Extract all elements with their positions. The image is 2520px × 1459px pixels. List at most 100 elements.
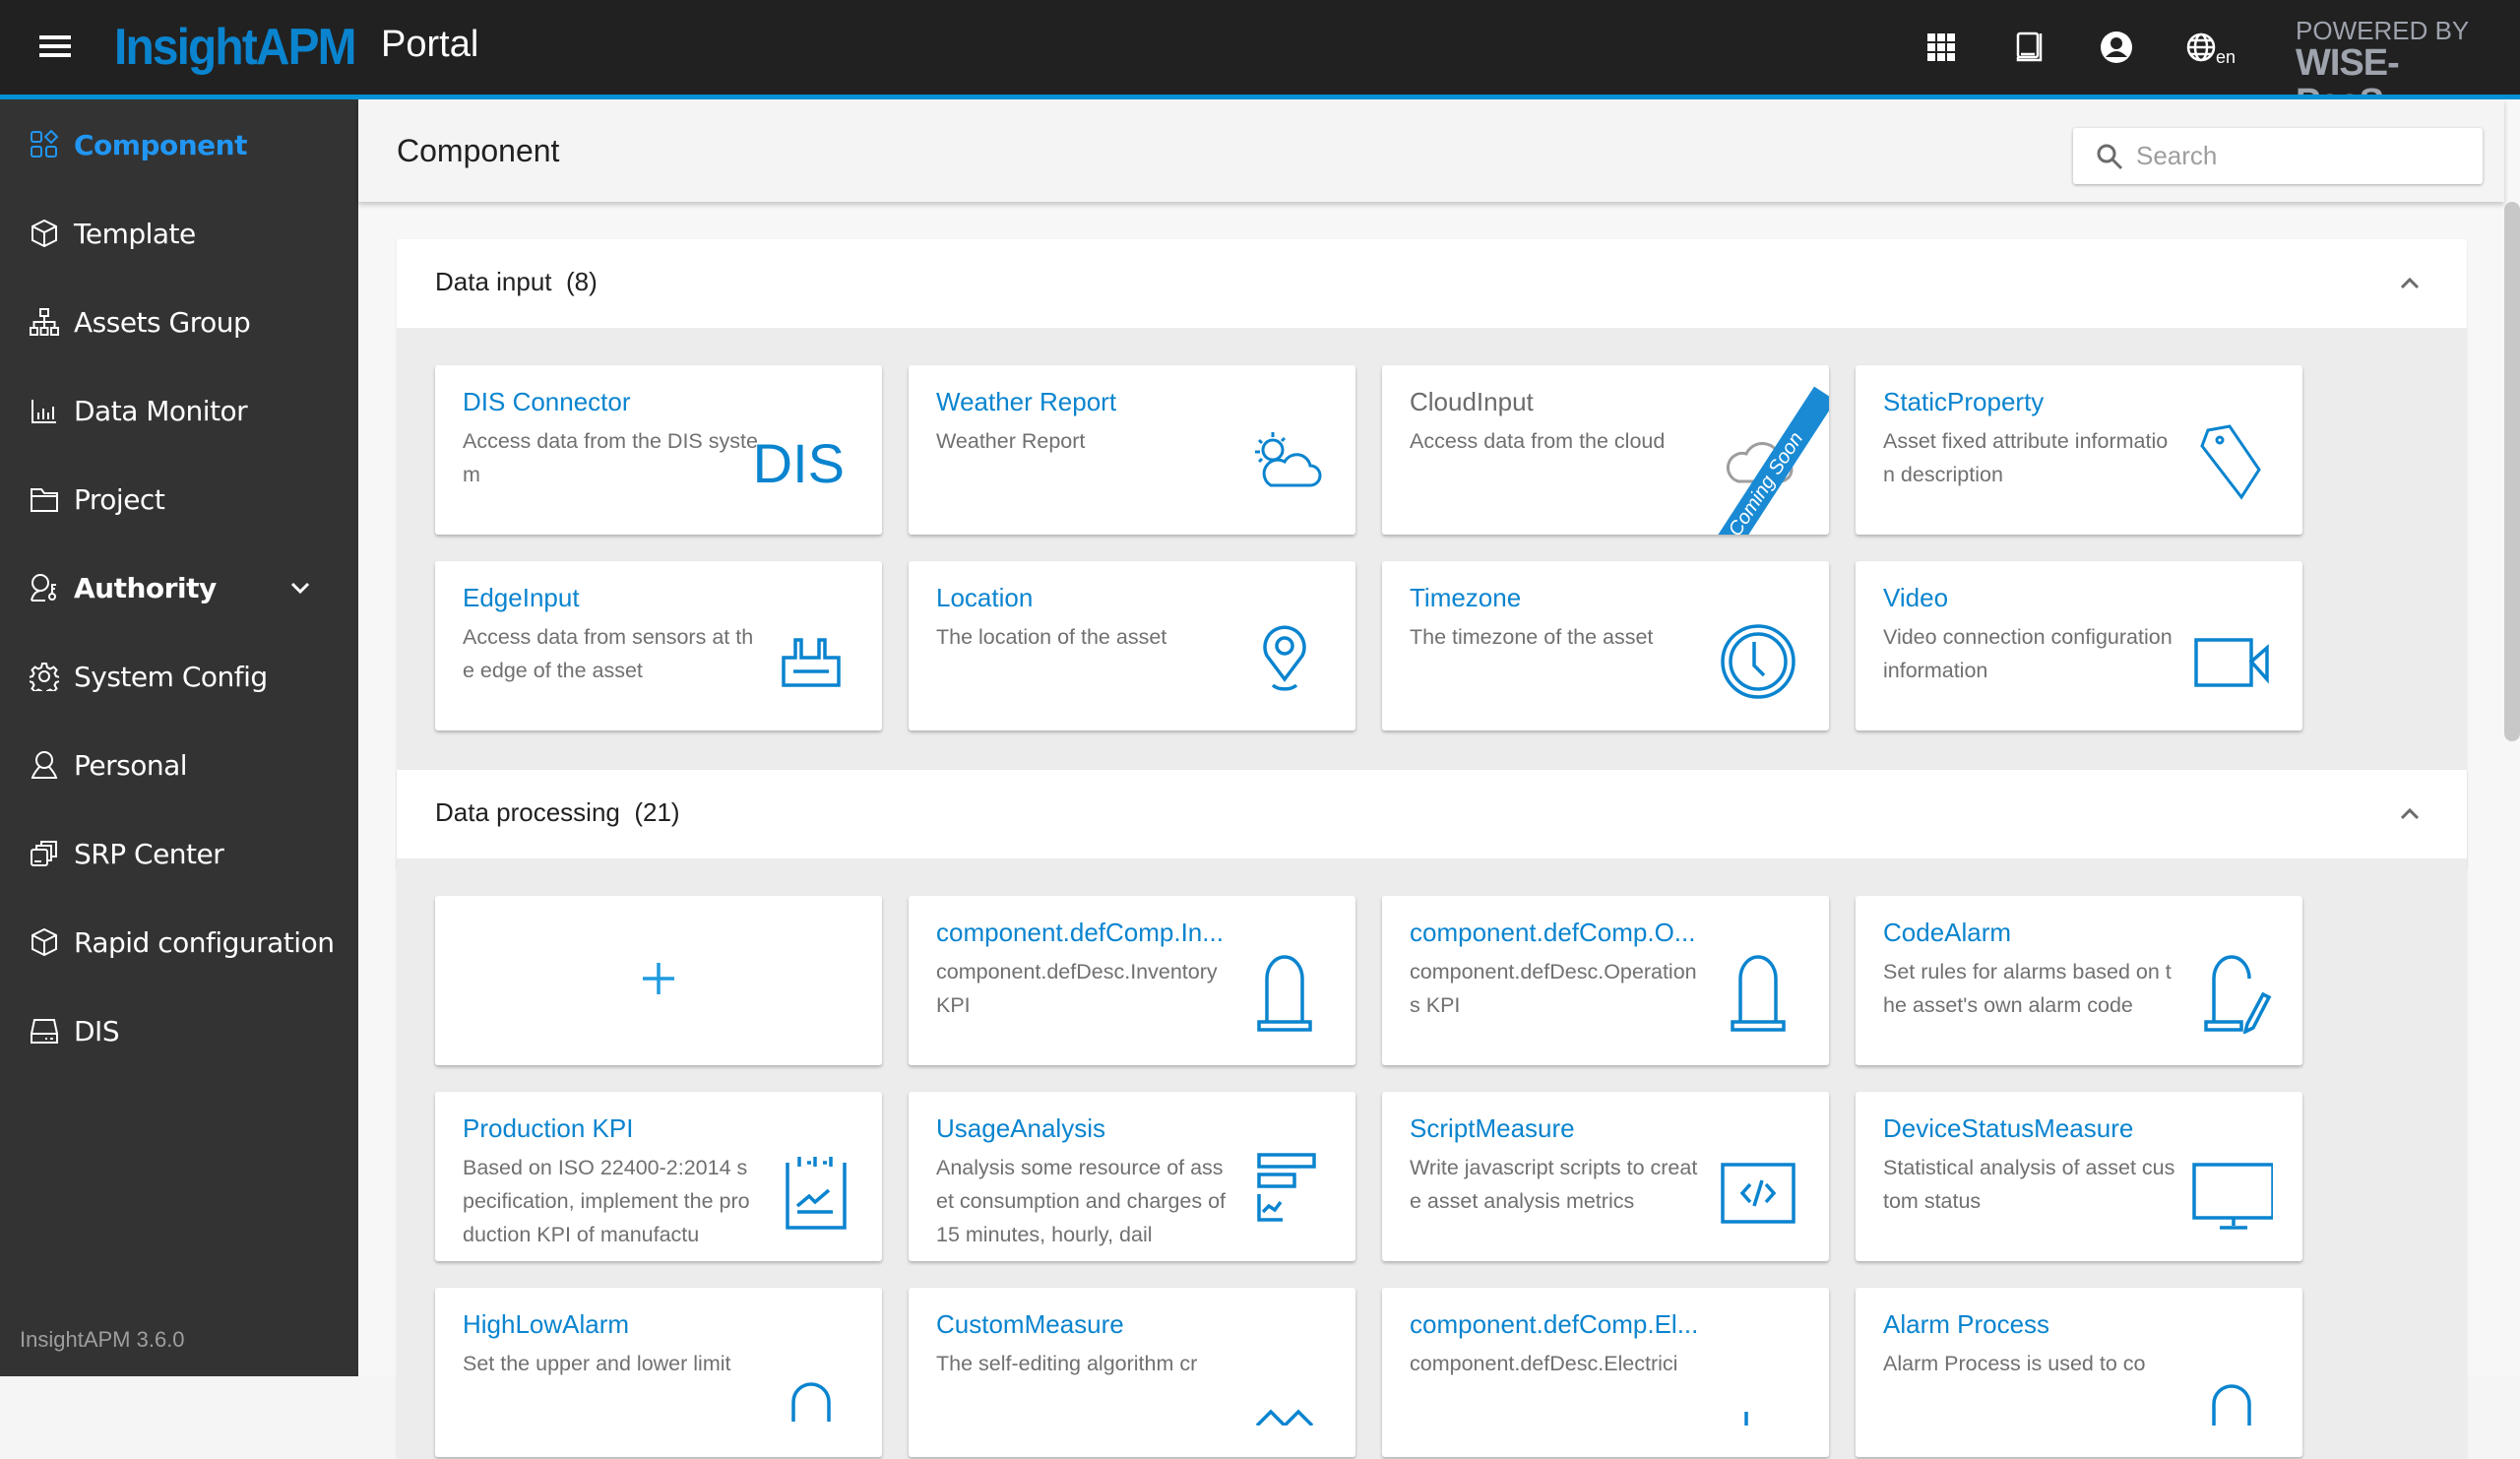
section-data-processing: Data processing (21) component.defComp.I… <box>397 770 2467 1459</box>
component-card-alarm-process[interactable]: Alarm Process Alarm Process is used to co <box>1856 1288 2302 1457</box>
component-card-component-defcomp-in[interactable]: component.defComp.In... component.defDesc… <box>909 896 1355 1065</box>
card-description: Access data from the cloud <box>1410 429 1666 453</box>
sidebar-item-system-config[interactable]: System Config <box>0 632 358 721</box>
clock-icon <box>1717 616 1799 699</box>
page-title: Component <box>397 133 560 168</box>
sidebar-item-srp-center[interactable]: SRP Center <box>0 809 358 898</box>
component-card-edgeinput[interactable]: EdgeInput Access data from sensors at the… <box>435 561 882 730</box>
custom-measure-icon <box>1243 1343 1326 1427</box>
card-title: ScriptMeasure <box>1410 1113 1575 1143</box>
monitor-icon <box>2190 1147 2275 1230</box>
component-card-location[interactable]: Location The location of the asset <box>909 561 1355 730</box>
component-card-production-kpi[interactable]: Production KPI Based on ISO 22400-2:2014 … <box>435 1092 882 1261</box>
card-description: Access data from the DIS system <box>463 429 758 486</box>
component-card-staticproperty[interactable]: StaticProperty Asset fixed attribute info… <box>1856 365 2302 535</box>
search-input[interactable] <box>2136 141 2451 171</box>
section-title: Data input <box>435 267 552 296</box>
section-count: (21) <box>634 797 680 827</box>
svg-text:en: en <box>2216 47 2236 67</box>
component-card-devicestatusmeasure[interactable]: DeviceStatusMeasure Statistical analysis … <box>1856 1092 2302 1261</box>
card-description: Access data from sensors at the edge of … <box>463 625 754 682</box>
card-title: Location <box>936 583 1034 612</box>
section-header[interactable]: Data input (8) <box>397 239 2467 328</box>
manual-book-icon[interactable] <box>2008 26 2051 69</box>
dis-text-icon: DIS <box>752 432 845 494</box>
card-description: component.defDesc.Inventory KPI <box>936 960 1218 1017</box>
weather-icon <box>1243 420 1326 503</box>
card-title: EdgeInput <box>463 583 580 612</box>
card-title: Timezone <box>1410 583 1522 612</box>
drive-icon <box>31 1019 58 1044</box>
card-description: Based on ISO 22400-2:2014 specification,… <box>463 1156 750 1246</box>
add-icon[interactable] <box>639 959 678 998</box>
sidebar-item-dis[interactable]: DIS <box>0 986 358 1075</box>
hierarchy-icon <box>30 308 59 336</box>
card-description: Analysis some resource of asset consumpt… <box>936 1156 1227 1246</box>
beacon-icon <box>1717 951 1799 1034</box>
card-description: Set the upper and lower limit <box>463 1352 731 1375</box>
card-title: component.defComp.El... <box>1410 1309 1699 1339</box>
component-card-dis-connector[interactable]: DIS Connector Access data from the DIS sy… <box>435 365 882 535</box>
cube-icon <box>32 219 57 248</box>
card-title: component.defComp.O... <box>1410 918 1696 947</box>
component-card-cloudinput[interactable]: CloudInput Access data from the cloud Comi… <box>1382 365 1829 535</box>
sidebar-item-data-monitor[interactable]: Data Monitor <box>0 366 358 455</box>
scrollbar-thumb[interactable] <box>2504 202 2520 741</box>
card-description: The timezone of the asset <box>1410 625 1654 649</box>
sidebar-item-assets-group[interactable]: Assets Group <box>0 278 358 366</box>
card-title: component.defComp.In... <box>936 918 1224 947</box>
location-pin-icon <box>1243 616 1326 699</box>
bar-chart-icon <box>32 400 56 423</box>
component-card-usageanalysis[interactable]: UsageAnalysis Analysis some resource of a… <box>909 1092 1355 1261</box>
component-card-weather-report[interactable]: Weather Report Weather Report <box>909 365 1355 535</box>
card-description: Alarm Process is used to co <box>1883 1352 2146 1375</box>
component-card-component-defcomp-el[interactable]: component.defComp.El... component.defDesc… <box>1382 1288 1829 1457</box>
chevron-up-icon[interactable] <box>2397 271 2423 296</box>
card-description: Asset fixed attribute information descri… <box>1883 429 2169 486</box>
search-icon <box>2097 144 2123 169</box>
electricity-icon <box>1717 1343 1799 1426</box>
sidebar-item-project[interactable]: Project <box>0 455 358 543</box>
add-component-card[interactable] <box>435 896 882 1065</box>
chevron-down-icon[interactable] <box>288 576 312 600</box>
card-description: The location of the asset <box>936 625 1167 649</box>
sidebar-item-personal[interactable]: Personal <box>0 721 358 809</box>
component-card-timezone[interactable]: Timezone The timezone of the asset <box>1382 561 1829 730</box>
card-title: HighLowAlarm <box>463 1309 630 1339</box>
component-card-scriptmeasure[interactable]: ScriptMeasure Write javascript scripts to… <box>1382 1092 1829 1261</box>
chevron-up-icon[interactable] <box>2397 801 2423 827</box>
hamburger-menu-icon[interactable] <box>39 35 71 59</box>
portal-title: Portal <box>381 24 479 65</box>
brand-logo[interactable]: InsightAPM <box>114 18 357 77</box>
search-box[interactable] <box>2073 128 2483 184</box>
edge-device-icon <box>770 616 852 699</box>
main-content: Component Data input (8) DIS Connector Ac… <box>358 99 2520 1459</box>
video-camera-icon <box>2190 616 2273 699</box>
component-card-video[interactable]: Video Video connection configuration info… <box>1856 561 2302 730</box>
usage-bars-icon <box>1243 1147 1326 1230</box>
sidebar-item-component[interactable]: Component <box>0 100 358 189</box>
component-card-highlowalarm[interactable]: HighLowAlarm Set the upper and lower limi… <box>435 1288 882 1457</box>
gear-icon <box>30 663 59 691</box>
component-card-codealarm[interactable]: CodeAlarm Set rules for alarms based on t… <box>1856 896 2302 1065</box>
card-title: DeviceStatusMeasure <box>1883 1113 2134 1143</box>
card-description: component.defDesc.Electrici <box>1410 1352 1678 1375</box>
component-card-custommeasure[interactable]: CustomMeasure The self-editing algorithm … <box>909 1288 1355 1457</box>
sidebar-item-template[interactable]: Template <box>0 189 358 278</box>
section-header[interactable]: Data processing (21) <box>397 770 2467 858</box>
apps-grid-icon[interactable] <box>1920 26 1963 69</box>
tag-icon <box>2190 420 2273 503</box>
card-title: Alarm Process <box>1883 1309 2050 1339</box>
account-icon[interactable] <box>2095 26 2138 69</box>
card-title: Production KPI <box>463 1113 634 1143</box>
stacked-windows-icon <box>31 841 57 866</box>
card-title: CodeAlarm <box>1883 918 2012 947</box>
sidebar-item-authority[interactable]: Authority <box>0 543 358 632</box>
scrollbar[interactable] <box>2504 202 2520 1376</box>
language-globe-icon[interactable]: en <box>2183 26 2246 69</box>
component-card-component-defcomp-o[interactable]: component.defComp.O... component.defDesc.… <box>1382 896 1829 1065</box>
card-description: component.defDesc.Operations KPI <box>1410 960 1697 1017</box>
beacon-edit-icon <box>2190 951 2273 1036</box>
sidebar-item-rapid-configuration[interactable]: Rapid configuration <box>0 898 358 986</box>
card-title: Video <box>1883 583 1949 612</box>
